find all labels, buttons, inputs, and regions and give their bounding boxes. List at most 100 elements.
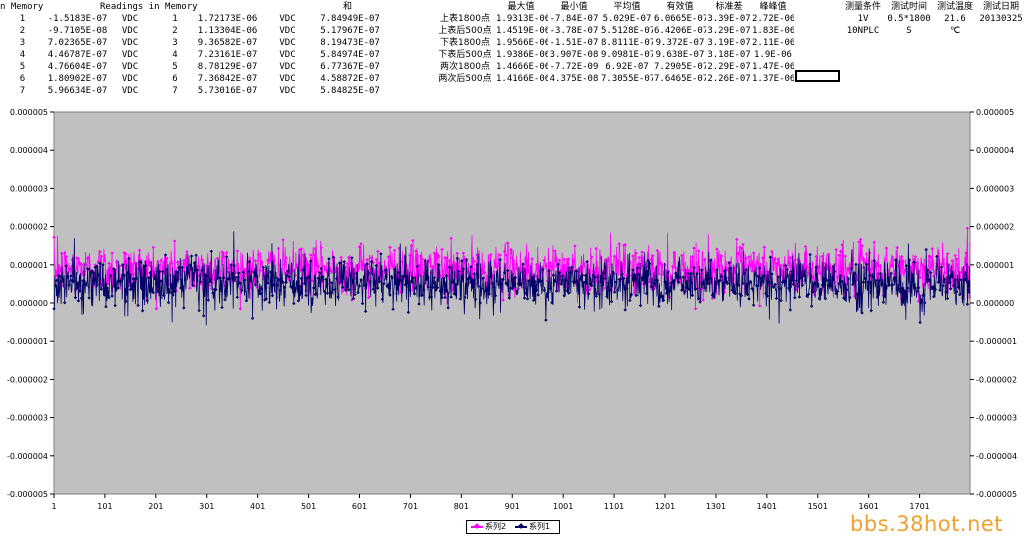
cell-u1[interactable]: VDC xyxy=(110,25,150,37)
cell-sum[interactable]: 7.84949E-07 xyxy=(315,13,385,25)
stat-cell-std[interactable]: 2.29E-07 xyxy=(707,61,751,73)
chart-legend[interactable]: 系列2 系列1 xyxy=(466,520,560,534)
stat-cell-label[interactable]: 下表1800点 xyxy=(434,37,496,49)
cell-idx[interactable]: 5 xyxy=(0,61,45,73)
stat-cell-rms[interactable]: 9.638E-07 xyxy=(654,49,706,61)
stat-cell-std[interactable]: 3.18E-07 xyxy=(707,49,751,61)
cell-n2[interactable]: 2 xyxy=(150,25,200,37)
cell-v1[interactable]: -1.5183E-07 xyxy=(45,13,110,25)
cell-u1[interactable]: VDC xyxy=(110,73,150,85)
stat-cell-std[interactable]: 3.19E-07 xyxy=(707,37,751,49)
cell-sum[interactable]: 4.58872E-07 xyxy=(315,73,385,85)
stat-cell-min[interactable]: 4.375E-08 xyxy=(548,73,600,85)
cell-v1[interactable]: 5.96634E-07 xyxy=(45,85,110,97)
stat-cell-pp[interactable]: 2.11E-06 xyxy=(752,37,794,49)
stat-cell-max[interactable]: 1.9313E-06 xyxy=(496,13,548,25)
cell-v2[interactable]: 1.13304E-06 xyxy=(195,25,260,37)
cell-idx[interactable]: 2 xyxy=(0,25,45,37)
stat-cell-pp[interactable]: 1.37E-06 xyxy=(752,73,794,85)
cell-v1[interactable]: -9.7105E-08 xyxy=(45,25,110,37)
stat-cell-avg[interactable]: 6.92E-07 xyxy=(601,61,653,73)
stat-cell-label[interactable]: 下表后500点 xyxy=(434,49,496,61)
stat-cell-std[interactable]: 3.29E-07 xyxy=(707,25,751,37)
stat-cell-max[interactable]: 1.9566E-06 xyxy=(496,37,548,49)
cell-v2[interactable]: 9.36582E-07 xyxy=(195,37,260,49)
time-value-1[interactable]: 0.5*1800 xyxy=(886,13,932,25)
stat-cell-rms[interactable]: 6.4206E-07 xyxy=(654,25,706,37)
cell-v2[interactable]: 5.73016E-07 xyxy=(195,85,260,97)
cell-u2[interactable]: VDC xyxy=(260,85,315,97)
stat-cell-pp[interactable]: 2.72E-06 xyxy=(752,13,794,25)
stat-cell-pp[interactable]: 1.9E-06 xyxy=(752,49,794,61)
cell-v2[interactable]: 7.36842E-07 xyxy=(195,73,260,85)
cell-u1[interactable]: VDC xyxy=(110,61,150,73)
cell-v2[interactable]: 7.23161E-07 xyxy=(195,49,260,61)
cell-v2[interactable]: 8.78129E-07 xyxy=(195,61,260,73)
cell-idx[interactable]: 7 xyxy=(0,85,45,97)
condition-value-1[interactable]: 1V xyxy=(840,13,886,25)
stat-cell-min[interactable]: -3.78E-07 xyxy=(548,25,600,37)
temp-value-2[interactable]: ℃ xyxy=(932,25,978,37)
cell-u1[interactable]: VDC xyxy=(110,85,150,97)
stat-cell-max[interactable]: 1.4666E-06 xyxy=(496,61,548,73)
stat-cell-avg[interactable]: 9.0981E-07 xyxy=(601,49,653,61)
time-value-2[interactable]: S xyxy=(886,25,932,37)
cell-sum[interactable]: 5.84825E-07 xyxy=(315,85,385,97)
stat-cell-max[interactable]: 1.9386E-06 xyxy=(496,49,548,61)
cell-idx[interactable]: 4 xyxy=(0,49,45,61)
stat-cell-min[interactable]: -1.51E-07 xyxy=(548,37,600,49)
stat-cell-rms[interactable]: 6.0665E-07 xyxy=(654,13,706,25)
stat-cell-avg[interactable]: 7.3055E-07 xyxy=(601,73,653,85)
cell-v1[interactable]: 4.76604E-07 xyxy=(45,61,110,73)
stat-cell-max[interactable]: 1.4519E-06 xyxy=(496,25,548,37)
stat-cell-avg[interactable]: 8.8111E-07 xyxy=(601,37,653,49)
cell-idx[interactable]: 6 xyxy=(0,73,45,85)
cell-sum[interactable]: 8.19473E-07 xyxy=(315,37,385,49)
stat-cell-label[interactable]: 两次1800点 xyxy=(434,61,496,73)
cell-u1[interactable]: VDC xyxy=(110,49,150,61)
cell-v1[interactable]: 7.02365E-07 xyxy=(45,37,110,49)
cell-v1[interactable]: 1.80902E-07 xyxy=(45,73,110,85)
condition-value-2[interactable]: 10NPLC xyxy=(840,25,886,37)
cell-n2[interactable]: 4 xyxy=(150,49,200,61)
cell-u2[interactable]: VDC xyxy=(260,25,315,37)
cell-u2[interactable]: VDC xyxy=(260,73,315,85)
stat-cell-std[interactable]: 2.26E-07 xyxy=(707,73,751,85)
cell-n2[interactable]: 6 xyxy=(150,73,200,85)
stat-cell-rms[interactable]: 9.372E-07 xyxy=(654,37,706,49)
selected-cell[interactable] xyxy=(795,70,840,82)
stat-cell-max[interactable]: 1.4166E-06 xyxy=(496,73,548,85)
cell-u1[interactable]: VDC xyxy=(110,37,150,49)
cell-n2[interactable]: 5 xyxy=(150,61,200,73)
stat-cell-pp[interactable]: 1.83E-06 xyxy=(752,25,794,37)
cell-v1[interactable]: 4.46787E-07 xyxy=(45,49,110,61)
stat-cell-min[interactable]: -7.72E-09 xyxy=(548,61,600,73)
cell-u2[interactable]: VDC xyxy=(260,61,315,73)
cell-n2[interactable]: 7 xyxy=(150,85,200,97)
cell-sum[interactable]: 5.84974E-07 xyxy=(315,49,385,61)
cell-u2[interactable]: VDC xyxy=(260,37,315,49)
cell-u2[interactable]: VDC xyxy=(260,49,315,61)
stat-cell-min[interactable]: -7.84E-07 xyxy=(548,13,600,25)
stat-cell-label[interactable]: 两次后500点 xyxy=(434,73,496,85)
stat-cell-rms[interactable]: 7.6465E-07 xyxy=(654,73,706,85)
stat-cell-std[interactable]: 3.39E-07 xyxy=(707,13,751,25)
date-value-1[interactable]: 20130325 xyxy=(978,13,1024,25)
stat-cell-pp[interactable]: 1.47E-06 xyxy=(752,61,794,73)
cell-u2[interactable]: VDC xyxy=(260,13,315,25)
stat-cell-min[interactable]: 3.907E-08 xyxy=(548,49,600,61)
cell-sum[interactable]: 5.17967E-07 xyxy=(315,25,385,37)
cell-sum[interactable]: 6.77367E-07 xyxy=(315,61,385,73)
stat-cell-avg[interactable]: 5.029E-07 xyxy=(601,13,653,25)
stat-cell-label[interactable]: 上表后500点 xyxy=(434,25,496,37)
temp-value-1[interactable]: 21.6 xyxy=(932,13,978,25)
cell-idx[interactable]: 3 xyxy=(0,37,45,49)
cell-u1[interactable]: VDC xyxy=(110,13,150,25)
cell-idx[interactable]: 1 xyxy=(0,13,45,25)
stat-cell-avg[interactable]: 5.5128E-07 xyxy=(601,25,653,37)
stat-cell-rms[interactable]: 7.2905E-07 xyxy=(654,61,706,73)
cell-v2[interactable]: 1.72173E-06 xyxy=(195,13,260,25)
cell-n2[interactable]: 3 xyxy=(150,37,200,49)
cell-n2[interactable]: 1 xyxy=(150,13,200,25)
stat-cell-label[interactable]: 上表1800点 xyxy=(434,13,496,25)
